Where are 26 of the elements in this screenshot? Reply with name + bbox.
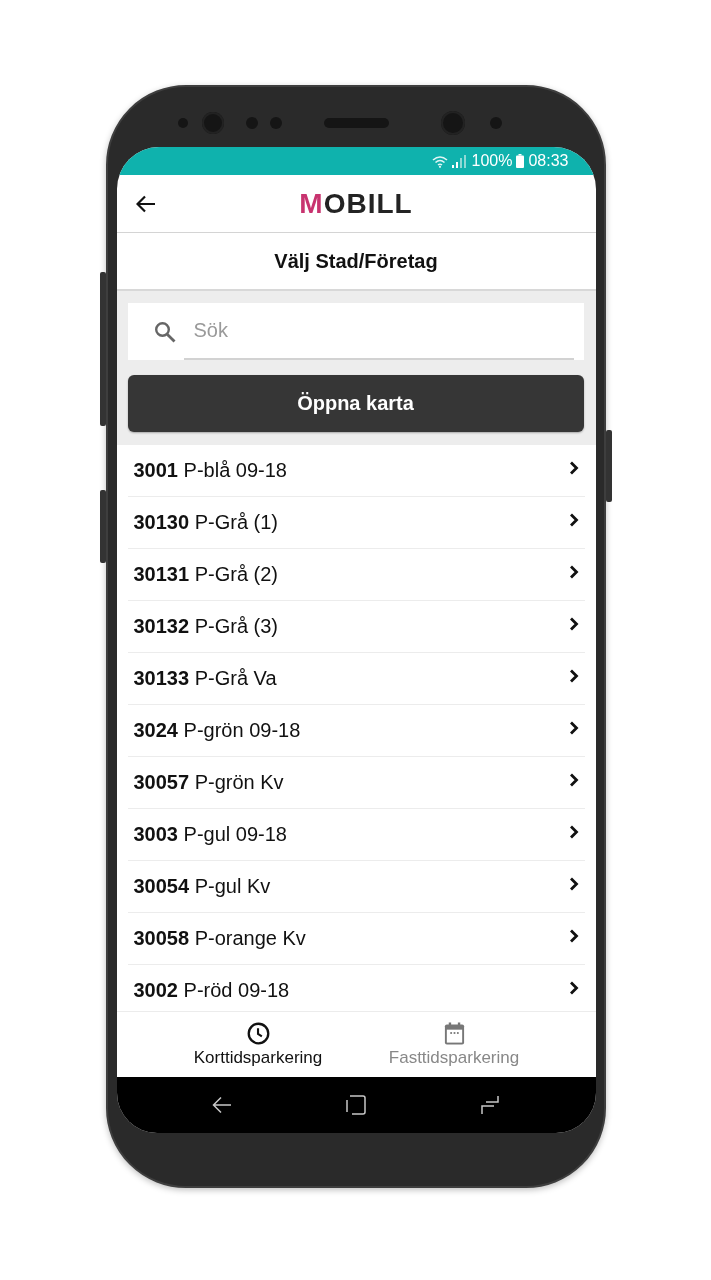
chevron-right-icon — [568, 564, 579, 579]
chevron-right-icon — [568, 616, 579, 631]
recent-apps-icon[interactable] — [480, 1095, 500, 1115]
page-title: Välj Stad/Företag — [274, 249, 438, 273]
chevron-right-icon — [568, 928, 579, 943]
search-icon — [153, 320, 176, 343]
battery-icon — [516, 154, 525, 168]
signal-icon — [451, 154, 466, 168]
chevron-right-icon — [568, 460, 579, 475]
wifi-icon — [431, 154, 448, 168]
battery-percent: 100% — [471, 152, 513, 170]
app-logo: MOBILL — [299, 187, 413, 220]
calendar-icon — [442, 1022, 466, 1045]
search-field[interactable]: Sök — [127, 303, 584, 360]
chevron-right-icon — [568, 980, 579, 995]
chevron-right-icon — [568, 876, 579, 891]
status-time: 08:33 — [528, 152, 569, 170]
back-nav-icon[interactable] — [212, 1095, 232, 1115]
clock-icon — [246, 1022, 270, 1045]
chevron-right-icon — [568, 824, 579, 839]
chevron-right-icon — [568, 668, 579, 683]
chevron-right-icon — [568, 772, 579, 787]
chevron-right-icon — [568, 512, 579, 527]
chevron-right-icon — [568, 720, 579, 735]
back-arrow-icon[interactable] — [135, 194, 156, 213]
open-map-button[interactable]: Öppna karta — [127, 375, 584, 432]
